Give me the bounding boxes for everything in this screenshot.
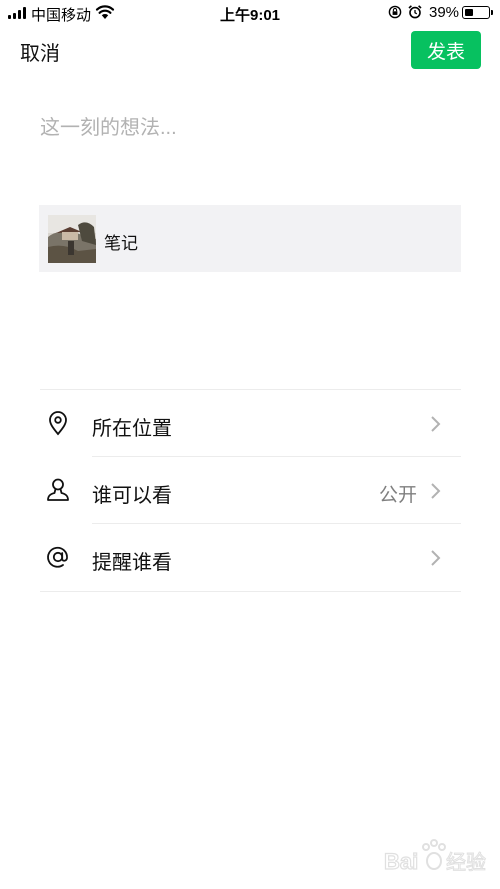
status-bar: 中国移动 上午9:01 39% [0, 0, 500, 26]
battery-percent: 39% [429, 4, 460, 21]
article-thumbnail [48, 215, 96, 263]
battery-icon [462, 6, 490, 19]
cancel-button[interactable]: 取消 [20, 37, 60, 66]
chevron-right-icon [431, 550, 441, 566]
person-icon [47, 478, 69, 501]
battery-level [464, 8, 474, 16]
baidu-jingyan-watermark: Bai 经验 [383, 839, 487, 875]
alarm-icon [408, 5, 422, 19]
shared-article-card[interactable]: 笔记 [39, 205, 461, 272]
post-button[interactable]: 发表 [411, 31, 481, 69]
option-mention[interactable]: 提醒谁看 [40, 524, 461, 591]
card-title: 笔记 [104, 234, 138, 253]
thought-input[interactable] [40, 108, 460, 148]
option-location[interactable]: 所在位置 [40, 390, 461, 457]
option-visibility[interactable]: 谁可以看 公开 [40, 457, 461, 524]
option-label: 谁可以看 [92, 485, 172, 507]
chevron-right-icon [431, 416, 441, 432]
chevron-right-icon [431, 483, 441, 499]
svg-text:Bai: Bai [384, 849, 418, 874]
divider [40, 591, 461, 592]
svg-text:经验: 经验 [446, 850, 486, 874]
option-label: 提醒谁看 [92, 552, 172, 574]
location-pin-icon [49, 411, 67, 436]
clock: 上午9:01 [219, 7, 281, 24]
rotation-lock-icon [388, 5, 402, 19]
visibility-value: 公开 [378, 485, 417, 506]
option-label: 所在位置 [92, 418, 172, 440]
at-sign-icon [47, 546, 68, 568]
battery-tip [491, 10, 493, 15]
